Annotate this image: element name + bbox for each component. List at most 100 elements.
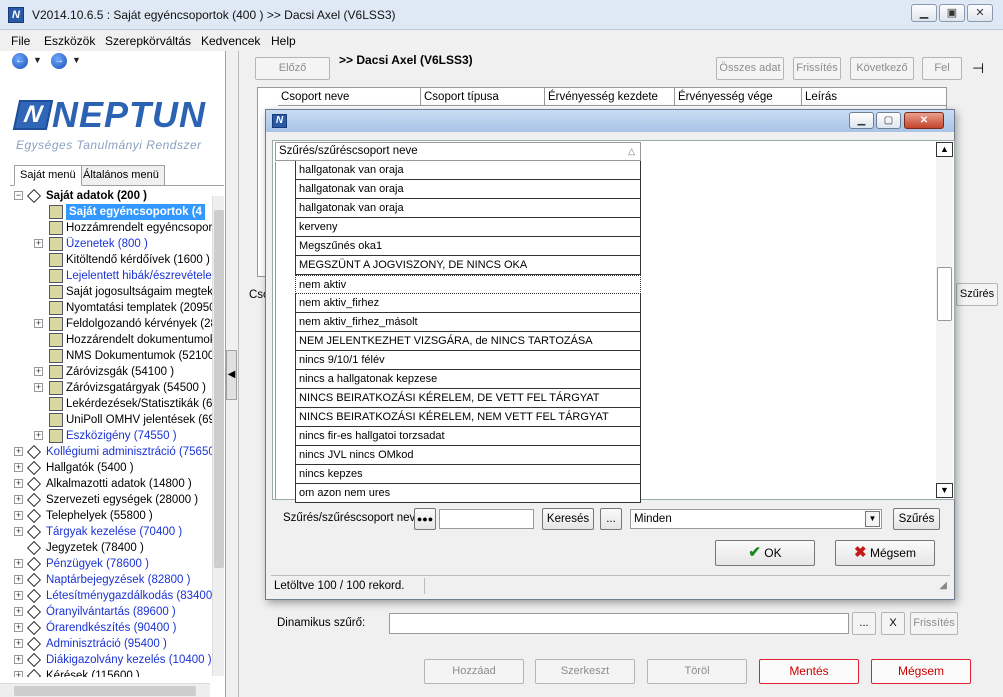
menu-eszkozok[interactable]: Eszközök [44, 34, 95, 48]
resize-grip-icon[interactable]: ◢ [939, 576, 947, 596]
forward-icon[interactable]: → [51, 53, 67, 69]
dynamic-filter-browse-button[interactable]: ... [852, 612, 876, 635]
dynamic-filter-refresh-button[interactable]: Frissítés [910, 612, 958, 635]
list-item[interactable]: NINCS BEIRATKOZÁSI KÉRELEM, DE VETT FEL … [295, 389, 641, 408]
back-icon[interactable]: ← [12, 53, 28, 69]
list-item[interactable]: Megszűnés oka1 [295, 237, 641, 256]
column-csoport-tipusa[interactable]: Csoport típusa [421, 88, 545, 106]
dialog-cancel-button[interactable]: ✖ Mégsem [835, 540, 935, 566]
tree-item[interactable]: Létesítménygazdálkodás (83400 [46, 588, 212, 604]
expand-icon[interactable]: + [14, 559, 23, 568]
search-button[interactable]: Keresés [542, 508, 594, 530]
tree-item[interactable]: Hallgatók (5400 ) [46, 460, 134, 476]
list-vertical-scrollbar[interactable]: ▲ ▼ [936, 142, 953, 498]
tree-item[interactable]: Jegyzetek (78400 ) [46, 540, 144, 556]
list-item[interactable]: hallgatonak van oraja [295, 161, 641, 180]
tree-item[interactable]: Szervezeti egységek (28000 ) [46, 492, 198, 508]
list-item[interactable]: nincs JVL nincs OMkod [295, 446, 641, 465]
list-item[interactable]: hallgatonak van oraja [295, 199, 641, 218]
scroll-down-icon[interactable]: ▼ [936, 483, 953, 498]
tree-item[interactable]: Alkalmazotti adatok (14800 ) [46, 476, 192, 492]
list-item[interactable]: nem aktiv_firhez [295, 294, 641, 313]
column-ervenyesseg-kezdete[interactable]: Érvényesség kezdete [545, 88, 675, 106]
tree-item[interactable]: Kollégiumi adminisztráció (75650 [46, 444, 215, 460]
tree-item[interactable]: Órarendkészítés (90400 ) [46, 620, 176, 636]
up-button[interactable]: Fel [922, 57, 962, 80]
pin-icon[interactable]: ⊣ [972, 60, 984, 77]
tree-item[interactable]: Hozzámrendelt egyéncsoporto [66, 220, 222, 236]
expand-icon[interactable]: + [34, 239, 43, 248]
list-item[interactable]: MEGSZÜNT A JOGVISZONY, DE NINCS OKA [295, 256, 641, 275]
expand-icon[interactable]: + [14, 671, 23, 677]
tree-item[interactable]: Üzenetek (800 ) [66, 236, 148, 252]
list-item[interactable]: nincs kepzes [295, 465, 641, 484]
tree-item[interactable]: Adminisztráció (95400 ) [46, 636, 167, 652]
tree-item[interactable]: Záróvizsgatárgyak (54500 ) [66, 380, 206, 396]
expand-icon[interactable]: + [14, 463, 23, 472]
tree-item[interactable]: Saját egyéncsoportok (4 [66, 204, 205, 220]
expand-icon[interactable]: + [14, 607, 23, 616]
back-dropdown-icon[interactable]: ▼ [33, 55, 42, 65]
ellipsis-button[interactable]: ... [600, 508, 622, 530]
expand-icon[interactable]: + [34, 367, 43, 376]
tree-horizontal-scrollbar[interactable] [0, 683, 210, 697]
dynamic-filter-input[interactable] [389, 613, 849, 634]
tree-item[interactable]: Eszközigény (74550 ) [66, 428, 177, 444]
column-leiras[interactable]: Leírás [802, 88, 947, 106]
list-item[interactable]: hallgatonak van oraja [295, 180, 641, 199]
dialog-close-icon[interactable]: ✕ [904, 112, 944, 129]
menu-szerepkorvaltas[interactable]: Szerepkörváltás [105, 34, 191, 48]
expand-icon[interactable]: + [14, 639, 23, 648]
collapse-icon[interactable]: − [14, 191, 23, 200]
expand-icon[interactable]: + [34, 319, 43, 328]
next-button[interactable]: Következő [850, 57, 914, 80]
tree-item[interactable]: Lejelentett hibák/észrevételek [66, 268, 218, 284]
collapse-left-pane-icon[interactable]: ◀ [226, 350, 237, 400]
tree-item[interactable]: Saját adatok (200 ) [46, 188, 147, 204]
prev-button[interactable]: Előző [255, 57, 330, 80]
edit-button[interactable]: Szerkeszt [535, 659, 635, 684]
expand-icon[interactable]: + [14, 575, 23, 584]
list-header[interactable]: Szűrés/szűréscsoport neve △ [275, 142, 641, 161]
tree-item[interactable]: Diákigazolvány kezelés (10400 ) [46, 652, 212, 668]
tree-item[interactable]: UniPoll OMHV jelentések (690 [66, 412, 221, 428]
scope-select[interactable]: Minden ▼ [630, 509, 882, 529]
cancel-button[interactable]: Mégsem [871, 659, 971, 684]
tree-item[interactable]: Feldolgozandó kérvények (28 [66, 316, 217, 332]
list-item[interactable]: nem aktiv_firhez_másolt [295, 313, 641, 332]
tree-item[interactable]: Lekérdezések/Statisztikák (6 [66, 396, 212, 412]
tree-item[interactable]: Kitöltendő kérdőívek (1600 ) [66, 252, 210, 268]
filter-name-input[interactable] [439, 509, 534, 529]
column-csoport-neve[interactable]: Csoport neve [278, 88, 421, 106]
expand-icon[interactable]: + [14, 655, 23, 664]
tab-altalanos-menu[interactable]: Általános menü [77, 165, 165, 186]
expand-icon[interactable]: + [34, 431, 43, 440]
tree-vertical-scrollbar[interactable] [212, 196, 224, 676]
filter-options-icon[interactable]: ●●● [414, 508, 436, 530]
tree-item[interactable]: Hozzárendelt dokumentumok [66, 332, 216, 348]
tree-item[interactable]: Tárgyak kezelése (70400 ) [46, 524, 182, 540]
dynamic-filter-clear-button[interactable]: X [881, 612, 905, 635]
refresh-button[interactable]: Frissítés [793, 57, 841, 80]
scrollbar-thumb[interactable] [214, 210, 224, 568]
dialog-minimize-icon[interactable]: ▁ [849, 112, 874, 129]
expand-icon[interactable]: + [14, 479, 23, 488]
add-button[interactable]: Hozzáad [424, 659, 524, 684]
expand-icon[interactable]: + [14, 591, 23, 600]
expand-icon[interactable]: + [14, 447, 23, 456]
minimize-icon[interactable]: ▁ [911, 4, 937, 22]
forward-dropdown-icon[interactable]: ▼ [72, 55, 81, 65]
tree-item[interactable]: Nyomtatási templatek (20950 [66, 300, 216, 316]
all-data-button[interactable]: Összes adat [716, 57, 784, 80]
list-item[interactable]: nincs 9/10/1 félév [295, 351, 641, 370]
expand-icon[interactable]: + [14, 527, 23, 536]
scrollbar-thumb[interactable] [937, 267, 952, 321]
scrollbar-thumb[interactable] [14, 686, 196, 696]
tree-item[interactable]: NMS Dokumentumok (52100 [66, 348, 214, 364]
tree-item[interactable]: Saját jogosultságaim megtekir [66, 284, 219, 300]
delete-button[interactable]: Töröl [647, 659, 747, 684]
expand-icon[interactable]: + [14, 511, 23, 520]
tree-item[interactable]: Záróvizsgák (54100 ) [66, 364, 174, 380]
list-item[interactable]: nincs a hallgatonak kepzese [295, 370, 641, 389]
tree-item[interactable]: Óranyilvántartás (89600 ) [46, 604, 176, 620]
